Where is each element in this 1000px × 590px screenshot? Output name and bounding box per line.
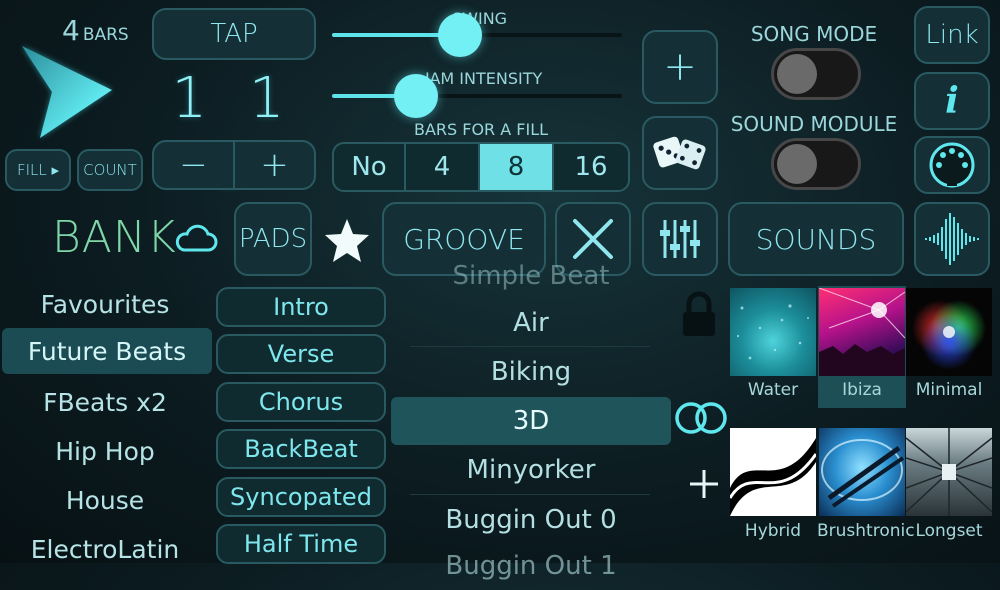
add-button[interactable]: + bbox=[642, 30, 718, 104]
jam-intensity-slider-knob[interactable] bbox=[394, 74, 439, 118]
sound-tile-label: Longset bbox=[915, 521, 983, 541]
tempo-plus-button[interactable]: + bbox=[235, 142, 314, 188]
tap-label: TAP bbox=[210, 19, 258, 49]
play-icon bbox=[22, 46, 112, 138]
tempo-minus-button[interactable]: − bbox=[154, 142, 235, 188]
song-mode-toggle[interactable] bbox=[771, 48, 861, 100]
sound-tile-ibiza[interactable]: Ibiza bbox=[818, 286, 906, 408]
groove-list-item[interactable]: Biking bbox=[391, 348, 671, 396]
tempo-stepper: − + bbox=[152, 140, 316, 190]
info-button[interactable]: i bbox=[914, 72, 990, 130]
groove-divider bbox=[410, 494, 650, 495]
add-label: + bbox=[663, 44, 697, 90]
fill-button[interactable]: FILL ▸ bbox=[5, 149, 71, 191]
bank-list-item[interactable]: Favourites bbox=[0, 281, 210, 327]
sound-module-label: SOUND MODULE bbox=[730, 112, 898, 136]
fill-option[interactable]: 16 bbox=[554, 144, 628, 190]
bank-list-item[interactable]: House bbox=[0, 477, 210, 523]
part-button[interactable]: Verse bbox=[216, 334, 386, 374]
part-button[interactable]: Syncopated bbox=[216, 477, 386, 517]
play-button[interactable] bbox=[14, 40, 118, 144]
ibiza-thumbnail bbox=[819, 288, 905, 376]
groove-list-item[interactable]: 3D bbox=[391, 397, 671, 445]
sounds-button[interactable]: SOUNDS bbox=[728, 202, 904, 276]
fill-option[interactable]: 8 bbox=[480, 144, 554, 190]
link-label: Link bbox=[925, 20, 979, 50]
fill-option[interactable]: No bbox=[334, 144, 406, 190]
pads-button[interactable]: PADS bbox=[234, 202, 312, 276]
swing-slider-knob[interactable] bbox=[437, 13, 482, 57]
randomize-button[interactable] bbox=[642, 116, 718, 190]
sound-tile-label: Water bbox=[747, 380, 799, 400]
bank-label: BANK bbox=[52, 212, 177, 263]
favourite-star-button[interactable] bbox=[322, 216, 372, 266]
waveform-icon bbox=[925, 213, 979, 265]
bank-list-item[interactable]: FBeats x2 bbox=[0, 379, 210, 425]
bank-list-item[interactable]: ElectroLatin bbox=[0, 526, 210, 572]
fill-label: FILL ▸ bbox=[16, 161, 60, 179]
sound-tile-brushtronic[interactable]: Brushtronic bbox=[817, 428, 915, 548]
add-sound-button[interactable] bbox=[686, 466, 722, 502]
jam-intensity-slider[interactable] bbox=[332, 74, 622, 118]
groove-divider bbox=[410, 346, 650, 347]
cloud-button[interactable] bbox=[174, 222, 218, 254]
groove-label: GROOVE bbox=[403, 222, 525, 256]
sound-tile-label: Hybrid bbox=[744, 521, 802, 541]
waveform-button[interactable] bbox=[914, 202, 990, 276]
jam-intensity-label: JAM INTENSITY bbox=[425, 69, 543, 88]
sound-module-toggle[interactable] bbox=[771, 138, 861, 190]
part-button[interactable]: Chorus bbox=[216, 382, 386, 422]
bars-for-fill-label: BARS FOR A FILL bbox=[413, 120, 549, 139]
fill-option[interactable]: 4 bbox=[406, 144, 480, 190]
sound-tile-water[interactable]: Water bbox=[730, 288, 818, 408]
plus-icon bbox=[690, 470, 718, 498]
sound-module-toggle-knob bbox=[777, 144, 817, 184]
sound-tile-minimal[interactable]: Minimal bbox=[906, 288, 994, 408]
part-button[interactable]: Half Time bbox=[216, 524, 386, 564]
midi-icon bbox=[929, 142, 975, 188]
longset-thumbnail bbox=[906, 428, 992, 516]
link-groove-button[interactable] bbox=[673, 397, 729, 439]
position-display: 1 1 1 bbox=[171, 66, 297, 201]
sound-tile-hybrid[interactable]: Hybrid bbox=[730, 428, 818, 548]
count-button[interactable]: COUNT bbox=[77, 149, 143, 191]
midi-button[interactable] bbox=[914, 136, 990, 194]
groove-list-item[interactable]: Buggin Out 1 bbox=[391, 542, 671, 590]
song-mode-toggle-knob bbox=[777, 54, 817, 94]
minimal-thumbnail bbox=[906, 288, 992, 376]
part-button[interactable]: Intro bbox=[216, 287, 386, 327]
dice-icon bbox=[653, 136, 706, 170]
star-icon bbox=[325, 219, 369, 262]
count-label: COUNT bbox=[83, 161, 137, 179]
pads-label: PADS bbox=[238, 224, 308, 254]
minus-label: − bbox=[179, 145, 208, 185]
info-icon: i bbox=[945, 80, 959, 122]
bank-list-item[interactable]: Hip Hop bbox=[0, 428, 210, 474]
link-button[interactable]: Link bbox=[914, 6, 990, 64]
rings-icon bbox=[675, 402, 727, 434]
sounds-label: SOUNDS bbox=[755, 222, 877, 256]
water-thumbnail bbox=[730, 288, 816, 376]
sound-tile-label: Minimal bbox=[915, 380, 983, 400]
groove-list-item[interactable]: Buggin Out 0 bbox=[391, 496, 671, 544]
sound-tile-label: Ibiza bbox=[842, 380, 882, 400]
swing-slider[interactable] bbox=[332, 13, 622, 57]
sound-tile-longset[interactable]: Longset bbox=[906, 428, 994, 548]
groove-list-item[interactable]: Minyorker bbox=[391, 446, 671, 494]
brushtronic-thumbnail bbox=[819, 428, 905, 516]
cloud-icon bbox=[175, 224, 218, 252]
song-mode-label: SONG MODE bbox=[750, 22, 878, 46]
lock-icon bbox=[680, 290, 718, 338]
hybrid-thumbnail bbox=[730, 428, 816, 516]
bank-list-item[interactable]: Future Beats bbox=[2, 328, 212, 374]
groove-list-item[interactable]: Simple Beat bbox=[391, 252, 671, 300]
part-button[interactable]: BackBeat bbox=[216, 429, 386, 469]
bars-for-fill-selector: No 4 8 16 bbox=[332, 142, 630, 192]
tap-button[interactable]: TAP bbox=[152, 8, 316, 60]
plus-label: + bbox=[260, 145, 289, 185]
sound-tile-label: Brushtronic bbox=[817, 521, 915, 541]
groove-list-item[interactable]: Air bbox=[391, 299, 671, 347]
